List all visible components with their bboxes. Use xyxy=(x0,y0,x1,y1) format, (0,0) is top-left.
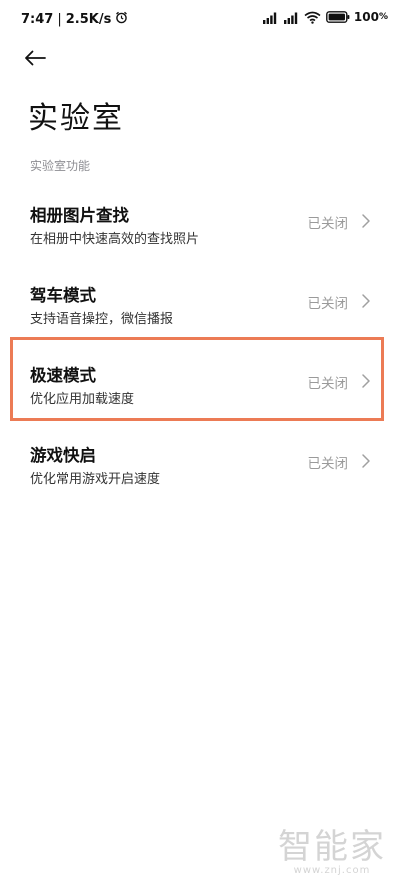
alarm-icon xyxy=(115,11,128,28)
arrow-left-icon xyxy=(24,50,46,70)
chevron-right-icon xyxy=(362,214,370,228)
feature-list: 相册图片查找 在相册中快速高效的查找照片 已关闭 驾车模式 支持语音操控，微信播… xyxy=(0,180,400,500)
page-title: 实验室 xyxy=(28,101,124,136)
signal-icon xyxy=(262,11,278,24)
battery-icon xyxy=(326,11,350,23)
item-subtitle: 在相册中快速高效的查找照片 xyxy=(30,232,200,247)
item-title: 相册图片查找 xyxy=(30,206,129,225)
item-subtitle: 优化应用加载速度 xyxy=(30,392,135,407)
item-status: 已关闭 xyxy=(307,296,349,312)
battery-level: 100 xyxy=(353,10,379,24)
chevron-right-icon xyxy=(362,454,370,468)
network-speed: 2.5K/s xyxy=(65,12,112,27)
item-title: 极速模式 xyxy=(30,366,96,385)
section-header: 实验室功能 xyxy=(30,159,91,173)
item-status: 已关闭 xyxy=(307,376,349,392)
chevron-right-icon xyxy=(362,374,370,388)
list-item-speed-mode[interactable]: 极速模式 优化应用加载速度 已关闭 xyxy=(0,340,400,420)
item-status: 已关闭 xyxy=(307,216,349,232)
status-left: 7:47 | 2.5K/s xyxy=(21,11,128,28)
status-separator: | xyxy=(57,12,62,27)
watermark-url: www.znj.com xyxy=(293,865,371,876)
list-item-photo-search[interactable]: 相册图片查找 在相册中快速高效的查找照片 已关闭 xyxy=(0,180,400,260)
item-subtitle: 优化常用游戏开启速度 xyxy=(30,472,161,487)
item-title: 驾车模式 xyxy=(30,286,96,305)
status-bar: 7:47 | 2.5K/s 100% xyxy=(0,0,400,38)
item-title: 游戏快启 xyxy=(30,446,96,465)
chevron-right-icon xyxy=(362,294,370,308)
status-time: 7:47 xyxy=(21,12,54,27)
battery-percent-sign: % xyxy=(378,12,388,22)
item-subtitle: 支持语音操控，微信播报 xyxy=(30,312,174,327)
list-item-game-quick-start[interactable]: 游戏快启 优化常用游戏开启速度 已关闭 xyxy=(0,420,400,500)
item-status: 已关闭 xyxy=(307,456,349,472)
list-item-driving-mode[interactable]: 驾车模式 支持语音操控，微信播报 已关闭 xyxy=(0,260,400,340)
wifi-icon xyxy=(304,11,321,24)
watermark: 智能家 www.znj.com xyxy=(278,829,386,876)
back-button[interactable] xyxy=(24,44,60,76)
watermark-logo: 智能家 xyxy=(278,827,386,867)
status-right: 100% xyxy=(262,10,388,24)
signal-icon xyxy=(283,11,299,24)
